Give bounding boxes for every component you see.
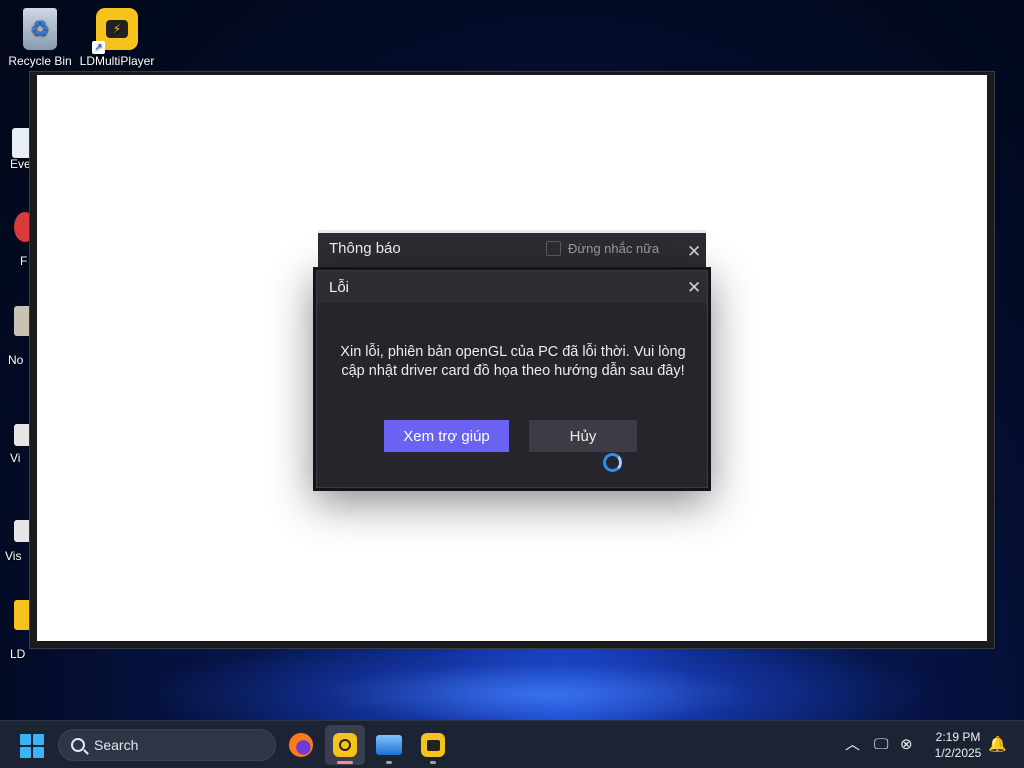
- taskbar-app-firefox[interactable]: [281, 725, 321, 765]
- windows-logo-icon-part: [20, 747, 31, 758]
- desktop-partial-label: No: [8, 353, 24, 367]
- notification-bell-icon[interactable]: 🔔: [988, 735, 1007, 755]
- wallpaper-glow: [160, 640, 920, 730]
- desktop-icon-label: Recycle Bin: [8, 54, 72, 68]
- ldmultiplayer-icon: [421, 733, 445, 757]
- chevron-up-icon[interactable]: ︿: [845, 735, 860, 755]
- dont-remind-checkbox[interactable]: [546, 241, 561, 256]
- taskbar: Search ︿ 🖵 ⊗ 2:19 PM 1/2/2025 🔔: [0, 720, 1024, 768]
- taskbar-app-ldplayer[interactable]: [325, 725, 365, 765]
- running-indicator: [430, 761, 436, 764]
- notice-dialog-title: Thông báo: [329, 240, 401, 257]
- error-dialog-header: Lỗi ✕: [317, 271, 707, 303]
- close-icon[interactable]: ✕: [687, 279, 701, 296]
- start-button[interactable]: [20, 734, 44, 758]
- search-icon: [71, 738, 85, 752]
- cancel-button[interactable]: Hủy: [529, 420, 637, 452]
- desktop-partial-label: Vi: [10, 451, 21, 465]
- recycle-bin-icon: ♻: [23, 8, 57, 50]
- desktop-partial-label: Eve: [10, 157, 31, 171]
- dont-remind-option[interactable]: Đừng nhắc nữa: [546, 241, 659, 256]
- ldmultiplayer-icon: ⚡ ↗: [92, 8, 138, 54]
- running-indicator: [337, 761, 353, 764]
- taskbar-app-ldmultiplayer[interactable]: [413, 725, 453, 765]
- firefox-icon: [289, 733, 313, 757]
- dont-remind-label: Đừng nhắc nữa: [568, 241, 660, 256]
- shortcut-arrow-icon: ↗: [92, 41, 105, 54]
- ldplayer-icon: [333, 733, 357, 757]
- desktop-icon-ldmultiplayer[interactable]: ⚡ ↗ LDMultiPlayer: [77, 8, 157, 68]
- windows-logo-icon: [20, 734, 31, 745]
- busy-spinner-icon: [603, 453, 622, 472]
- help-button[interactable]: Xem trợ giúp: [384, 420, 509, 452]
- windows-logo-icon-part: [33, 734, 44, 745]
- taskbar-search-box[interactable]: Search: [58, 729, 276, 761]
- taskbar-app-photos[interactable]: [369, 725, 409, 765]
- close-icon[interactable]: ✕: [687, 243, 701, 260]
- display-icon[interactable]: 🖵: [874, 735, 888, 755]
- desktop-partial-label: LD: [10, 647, 26, 661]
- error-message: Xin lỗi, phiên bản openGL của PC đã lỗi …: [340, 344, 686, 379]
- error-dialog-frame: Lỗi ✕ Xin lỗi, phiên bản openGL của PC đ…: [316, 270, 708, 488]
- photos-icon: [376, 735, 402, 755]
- windows-logo-icon-part: [33, 747, 44, 758]
- running-indicator: [386, 761, 392, 764]
- desktop-icon-recycle-bin[interactable]: ♻ Recycle Bin: [0, 8, 80, 68]
- error-dialog-title: Lỗi: [329, 279, 350, 296]
- notice-dialog: Thông báo Đừng nhắc nữa ✕: [318, 230, 706, 270]
- error-dialog: Lỗi ✕ Xin lỗi, phiên bản openGL của PC đ…: [313, 267, 711, 491]
- desktop-partial-label: F: [20, 254, 28, 268]
- desktop-partial-label: Vis: [5, 549, 22, 563]
- clock-date: 1/2/2025: [934, 746, 982, 760]
- desktop-icon-label: LDMultiPlayer: [79, 54, 155, 68]
- network-disconnected-icon[interactable]: ⊗: [900, 735, 913, 755]
- clock-time: 2:19 PM: [935, 730, 981, 744]
- taskbar-clock[interactable]: 2:19 PM 1/2/2025: [928, 729, 988, 761]
- search-placeholder: Search: [94, 737, 139, 753]
